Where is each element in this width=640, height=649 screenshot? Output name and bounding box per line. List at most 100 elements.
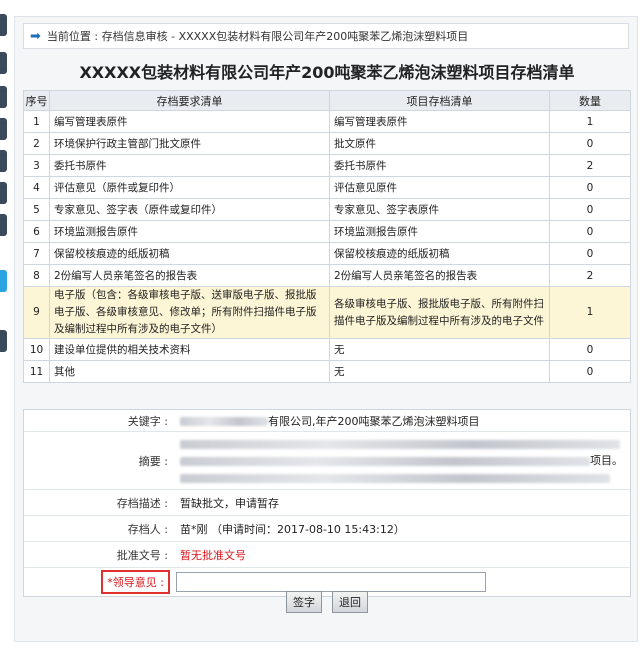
cell-no: 7 [23, 242, 50, 265]
cell-qty: 2 [549, 154, 631, 177]
nav-tab[interactable] [0, 182, 7, 204]
cell-no: 11 [23, 360, 50, 383]
cell-project: 保留校核痕迹的纸版初稿 [329, 242, 550, 265]
cell-no: 10 [23, 338, 50, 361]
cell-qty: 0 [549, 132, 631, 155]
table-row: 11 其他 无 0 [23, 360, 631, 383]
cell-qty: 0 [549, 338, 631, 361]
leader-opinion-input[interactable] [176, 572, 486, 592]
nav-tab[interactable] [0, 330, 7, 352]
approval-row: 批准文号 : 暂无批准文号 [24, 542, 630, 568]
keyword-label: 关键字 : [127, 414, 168, 428]
content-frame: ➡ 当前位置 : 存档信息审核 - XXXXX包装材料有限公司年产200吨聚苯乙… [14, 16, 638, 642]
abstract-row: 摘要 : 项目。 [24, 432, 630, 490]
cell-no: 4 [23, 176, 50, 199]
cell-qty: 0 [549, 220, 631, 243]
cell-project: 委托书原件 [329, 154, 550, 177]
table-header-row: 序号 存档要求清单 项目存档清单 数量 [23, 90, 631, 111]
back-button[interactable]: 退回 [332, 591, 368, 613]
redacted-text [180, 417, 268, 426]
archive-info-form: 关键字 : 有限公司,年产200吨聚苯乙烯泡沫塑料项目 摘要 : 项目。 存档描… [23, 409, 631, 597]
abstract-tail: 项目。 [590, 454, 623, 467]
table-row: 7 保留校核痕迹的纸版初稿 保留校核痕迹的纸版初稿 0 [23, 242, 631, 265]
nav-tab[interactable] [0, 86, 7, 108]
cell-required: 评估意见（原件或复印件） [49, 176, 330, 199]
redacted-text [180, 439, 620, 449]
cell-no: 9 [23, 286, 50, 339]
nav-tab[interactable] [0, 14, 7, 36]
table-row: 1 编写管理表原件 编写管理表原件 1 [23, 110, 631, 133]
description-label: 存档描述 : [116, 496, 168, 510]
table-row-highlighted: 9 电子版（包含：各级审核电子版、送审版电子版、报批版电子版、各级审核意见、修改… [23, 286, 631, 339]
cell-project: 专家意见、签字表原件 [329, 198, 550, 221]
archiver-row: 存档人 : 苗*刚 （申请时间：2017-08-10 15:43:12） [24, 516, 630, 542]
nav-tab[interactable] [0, 52, 7, 74]
cell-required: 编写管理表原件 [49, 110, 330, 133]
archiver-label: 存档人 : [127, 522, 168, 536]
cell-project: 环境监测报告原件 [329, 220, 550, 243]
cell-required: 委托书原件 [49, 154, 330, 177]
breadcrumb-label: 当前位置 : 存档信息审核 - XXXXX包装材料有限公司年产200吨聚苯乙烯泡… [46, 30, 469, 43]
table-row: 2 环境保护行政主管部门批文原件 批文原件 0 [23, 132, 631, 155]
sign-button[interactable]: 签字 [286, 591, 322, 613]
cell-project: 2份编写人员亲笔签名的报告表 [329, 264, 550, 287]
approval-label: 批准文号 : [116, 548, 168, 562]
cell-no: 2 [23, 132, 50, 155]
header-no: 序号 [23, 90, 50, 111]
leader-opinion-field-cell [174, 572, 630, 592]
arrow-right-icon: ➡ [30, 28, 41, 44]
header-qty: 数量 [549, 90, 631, 111]
table-row: 4 评估意见（原件或复印件） 评估意见原件 0 [23, 176, 631, 199]
keyword-row: 关键字 : 有限公司,年产200吨聚苯乙烯泡沫塑料项目 [24, 410, 630, 432]
action-buttons: 签字 退回 [15, 591, 639, 613]
cell-qty: 0 [549, 176, 631, 199]
cell-no: 6 [23, 220, 50, 243]
table-row: 10 建设单位提供的相关技术资料 无 0 [23, 338, 631, 361]
description-row: 存档描述 : 暂缺批文，申请暂存 [24, 490, 630, 516]
cell-qty: 0 [549, 242, 631, 265]
table-row: 5 专家意见、签字表（原件或复印件） 专家意见、签字表原件 0 [23, 198, 631, 221]
cell-required: 建设单位提供的相关技术资料 [49, 338, 330, 361]
cell-qty: 1 [549, 110, 631, 133]
cell-project: 评估意见原件 [329, 176, 550, 199]
cell-project: 各级审核电子版、报批版电子版、所有附件扫描件电子版及编制过程中所有涉及的电子文件 [329, 286, 550, 339]
page-title: XXXXX包装材料有限公司年产200吨聚苯乙烯泡沫塑料项目存档清单 [79, 63, 575, 82]
cell-qty: 2 [549, 264, 631, 287]
table-row: 6 环境监测报告原件 环境监测报告原件 0 [23, 220, 631, 243]
cell-no: 8 [23, 264, 50, 287]
cell-project: 无 [329, 338, 550, 361]
nav-tab-active[interactable] [0, 270, 7, 292]
breadcrumb: ➡ 当前位置 : 存档信息审核 - XXXXX包装材料有限公司年产200吨聚苯乙… [23, 23, 629, 49]
nav-tab[interactable] [0, 150, 7, 172]
cell-project: 批文原件 [329, 132, 550, 155]
cell-qty: 0 [549, 360, 631, 383]
cell-project: 无 [329, 360, 550, 383]
cell-no: 1 [23, 110, 50, 133]
redacted-text [180, 456, 590, 466]
cell-qty: 0 [549, 198, 631, 221]
abstract-value: 项目。 [174, 435, 630, 486]
cell-required: 专家意见、签字表（原件或复印件） [49, 198, 330, 221]
archiver-value: 苗*刚 （申请时间：2017-08-10 15:43:12） [180, 522, 405, 536]
cell-project: 编写管理表原件 [329, 110, 550, 133]
keyword-value: 有限公司,年产200吨聚苯乙烯泡沫塑料项目 [174, 413, 630, 429]
cell-required: 其他 [49, 360, 330, 383]
cell-required: 电子版（包含：各级审核电子版、送审版电子版、报批版电子版、各级审核意见、修改单；… [49, 286, 330, 339]
description-value: 暂缺批文，申请暂存 [180, 496, 279, 510]
cell-required: 保留校核痕迹的纸版初稿 [49, 242, 330, 265]
header-project: 项目存档清单 [329, 90, 550, 111]
cell-no: 3 [23, 154, 50, 177]
nav-tab[interactable] [0, 118, 7, 140]
keyword-text: 有限公司,年产200吨聚苯乙烯泡沫塑料项目 [268, 414, 480, 428]
header-required: 存档要求清单 [49, 90, 330, 111]
table-row: 3 委托书原件 委托书原件 2 [23, 154, 631, 177]
left-nav-strip [0, 0, 9, 649]
nav-tab[interactable] [0, 214, 7, 236]
abstract-label: 摘要 : [138, 454, 168, 468]
cell-required: 2份编写人员亲笔签名的报告表 [49, 264, 330, 287]
table-row: 8 2份编写人员亲笔签名的报告表 2份编写人员亲笔签名的报告表 2 [23, 264, 631, 287]
cell-no: 5 [23, 198, 50, 221]
approval-value: 暂无批准文号 [180, 548, 246, 562]
cell-required: 环境监测报告原件 [49, 220, 330, 243]
archive-list-table: 序号 存档要求清单 项目存档清单 数量 1 编写管理表原件 编写管理表原件 1 … [23, 90, 631, 383]
